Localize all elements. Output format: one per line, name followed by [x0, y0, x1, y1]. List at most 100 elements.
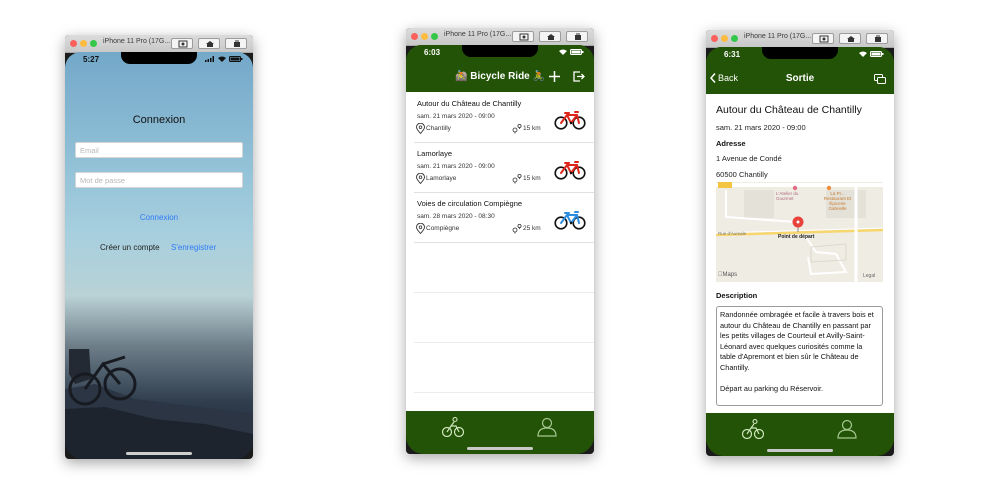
- signal-icon: [205, 56, 214, 62]
- battery-icon: [229, 56, 243, 62]
- home-button[interactable]: [198, 38, 220, 49]
- tab-rides-cyclist-icon[interactable]: [442, 417, 464, 437]
- status-icons: [859, 51, 884, 57]
- status-time: 5:27: [83, 55, 100, 64]
- ride-detail-content: Autour du Château de Chantilly sam. 21 m…: [706, 94, 894, 413]
- ride-distance: 15 km: [523, 175, 541, 182]
- description-departure: Départ au parking du Réservoir.: [720, 384, 824, 394]
- status-icons: [559, 49, 584, 55]
- add-ride-button[interactable]: [549, 71, 560, 82]
- nav-title: Sortie: [785, 73, 815, 84]
- home-button[interactable]: [839, 33, 861, 44]
- device-screen: 6:31 Back Sortie Autour du Château de Ch…: [706, 47, 894, 456]
- ride-distance: 15 km: [523, 125, 541, 132]
- simulator-ride-list: iPhone 11 Pro (17G... 6:03 🚵 Bicycle Rid…: [406, 28, 594, 454]
- minimize-window-button[interactable]: [80, 40, 87, 47]
- rotate-icon: [234, 40, 240, 47]
- wifi-icon: [559, 49, 567, 55]
- distance-icon: [512, 223, 522, 234]
- ride-row[interactable]: Lamorlaye sam. 21 mars 2020 - 09:00 Lamorl…: [414, 142, 594, 193]
- close-window-button[interactable]: [711, 35, 718, 42]
- ride-date: sam. 21 mars 2020 - 09:00: [417, 113, 495, 120]
- description-text: Randonnée ombragée et facile à travers b…: [720, 310, 874, 372]
- ride-row[interactable]: Voies de circulation Compiègne sam. 28 ma…: [414, 192, 594, 243]
- ride-title: Autour du Château de Chantilly: [417, 99, 522, 108]
- screenshot-icon: [519, 33, 529, 41]
- ride-date: sam. 21 mars 2020 - 09:00: [716, 123, 806, 132]
- login-button[interactable]: Connexion: [65, 213, 253, 222]
- address-line2: 60500 Chantilly: [716, 170, 768, 179]
- minimize-window-button[interactable]: [421, 33, 428, 40]
- ride-title: Voies de circulation Compiègne: [417, 199, 523, 208]
- login-title: Connexion: [132, 114, 186, 126]
- device-screen: 5:27 Connexion Email Mot de passe Connex…: [65, 52, 253, 459]
- simulator-toolbar: iPhone 11 Pro (17G...: [706, 30, 894, 48]
- status-icons: [205, 56, 243, 62]
- device-notch: [121, 52, 197, 64]
- screenshot-icon: [178, 40, 188, 48]
- screenshot-button[interactable]: [171, 38, 193, 49]
- ride-city: Lamorlaye: [426, 175, 457, 182]
- chat-bubbles-button[interactable]: [874, 74, 886, 84]
- nav-title: 🚵 Bicycle Ride 🚴: [455, 71, 545, 82]
- logout-button[interactable]: [573, 71, 585, 82]
- close-window-button[interactable]: [411, 33, 418, 40]
- register-link[interactable]: S'enregistrer: [171, 243, 216, 252]
- rotate-button[interactable]: [566, 31, 588, 42]
- description-label: Description: [716, 291, 758, 300]
- background-photo: [65, 349, 253, 459]
- minimize-window-button[interactable]: [721, 35, 728, 42]
- bicycle-icon: [554, 211, 586, 230]
- map-poi-restaurant: La Pr... Restaurant Et Épicerie Gabriell…: [823, 191, 852, 211]
- ride-title: Lamorlaye: [417, 149, 453, 158]
- email-field[interactable]: Email: [75, 142, 243, 158]
- password-field[interactable]: Mot de passe: [75, 172, 243, 188]
- map-pin-label: Point de départ: [778, 234, 815, 240]
- simulator-login: iPhone 11 Pro (17G... 5:27 Connexion Ema…: [65, 35, 253, 459]
- map-legal-link[interactable]: Legal: [863, 273, 875, 279]
- home-indicator: [767, 449, 833, 452]
- bicycle-icon: [554, 111, 586, 130]
- ride-list: Autour du Château de Chantilly sam. 21 ma…: [406, 92, 594, 411]
- location-pin-icon: [416, 223, 425, 234]
- status-time: 6:31: [724, 50, 741, 59]
- tab-rides-cyclist-icon[interactable]: [742, 419, 764, 439]
- status-time: 6:03: [424, 48, 441, 57]
- ride-row[interactable]: Autour du Château de Chantilly sam. 21 ma…: [414, 92, 594, 143]
- distance-icon: [512, 173, 522, 184]
- tab-profile-person-icon[interactable]: [837, 419, 857, 439]
- battery-icon: [570, 49, 584, 55]
- description-textbox[interactable]: Randonnée ombragée et facile à travers b…: [716, 306, 883, 406]
- zoom-window-button[interactable]: [431, 33, 438, 40]
- rotate-button[interactable]: [225, 38, 247, 49]
- distance-icon: [512, 123, 522, 134]
- ride-distance: 25 km: [523, 225, 541, 232]
- zoom-window-button[interactable]: [90, 40, 97, 47]
- address-line1: 1 Avenue de Condé: [716, 154, 782, 163]
- battery-icon: [870, 51, 884, 57]
- home-button[interactable]: [539, 31, 561, 42]
- screenshot-button[interactable]: [812, 33, 834, 44]
- close-window-button[interactable]: [70, 40, 77, 47]
- tab-profile-person-icon[interactable]: [537, 417, 557, 437]
- rotate-button[interactable]: [866, 33, 888, 44]
- map-view[interactable]: L'Atelier du Gourmet La Pr... Restaurant…: [716, 182, 883, 282]
- address-label: Adresse: [716, 139, 746, 148]
- ride-title: Autour du Château de Chantilly: [716, 104, 862, 116]
- empty-row: [414, 342, 594, 393]
- rotate-icon: [575, 33, 581, 40]
- maps-label: Maps: [718, 272, 738, 278]
- device-notch: [462, 45, 538, 57]
- screenshot-button[interactable]: [512, 31, 534, 42]
- ride-city: Chantilly: [426, 125, 451, 132]
- zoom-window-button[interactable]: [731, 35, 738, 42]
- device-notch: [762, 47, 838, 59]
- home-icon: [547, 34, 555, 40]
- map-road-label: Rue d'Aumale: [718, 231, 747, 236]
- ride-date: sam. 28 mars 2020 - 08:30: [417, 213, 495, 220]
- create-account-label: Créer un compte: [100, 243, 160, 252]
- map-pin-icon[interactable]: [792, 216, 804, 232]
- map-poi-atelier: L'Atelier du Gourmet: [776, 191, 799, 201]
- screenshot-icon: [819, 35, 829, 43]
- simulator-ride-detail: iPhone 11 Pro (17G... 6:31 Back Sortie A…: [706, 30, 894, 456]
